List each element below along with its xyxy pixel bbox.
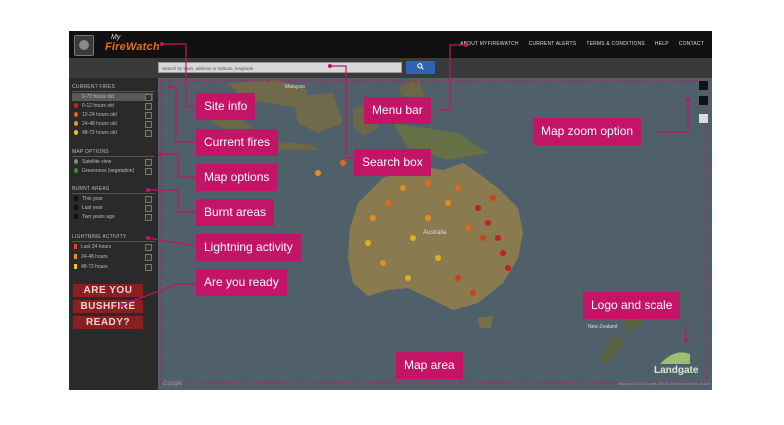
callout-current-fires: Current fires	[196, 129, 279, 156]
callout-site-info: Site info	[196, 93, 256, 120]
callout-map-zoom-option: Map zoom option	[533, 118, 642, 145]
callout-menu-bar: Menu bar	[364, 97, 431, 124]
callout-burnt-areas: Burnt areas	[196, 199, 275, 226]
callout-map-area: Map area	[396, 352, 463, 379]
callout-logo-and-scale: Logo and scale	[583, 292, 681, 319]
callout-map-options: Map options	[196, 164, 278, 191]
callout-search-box: Search box	[354, 149, 431, 176]
callout-lightning-activity: Lightning activity	[196, 234, 301, 261]
callout-are-you-ready: Are you ready	[196, 269, 287, 296]
annotation-lines	[120, 42, 690, 342]
